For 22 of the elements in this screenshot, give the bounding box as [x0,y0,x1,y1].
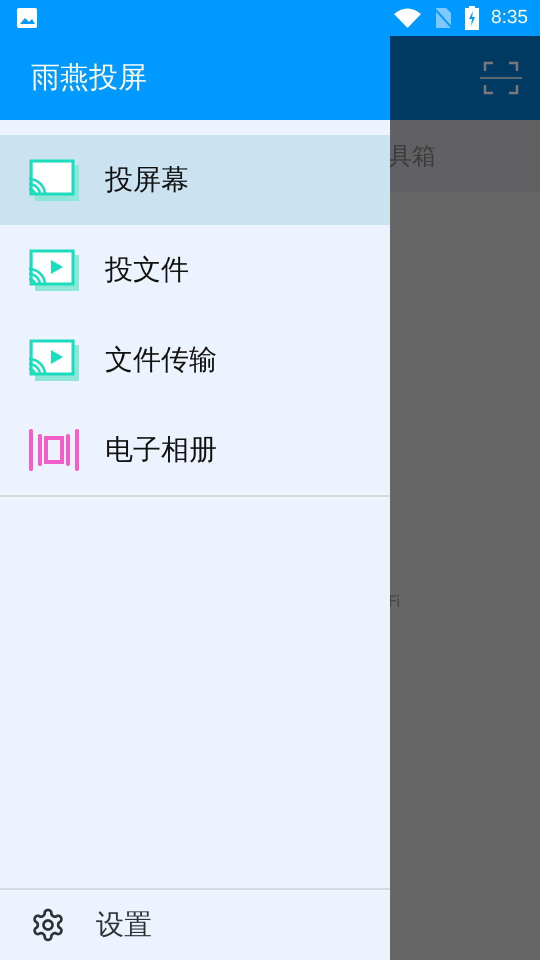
battery-charging-icon [465,6,480,30]
menu-item-label: 文件传输 [105,342,217,378]
scan-icon[interactable] [480,61,522,95]
no-sim-icon [433,7,454,29]
settings-icon [30,907,66,943]
app-title: 雨燕投屏 [31,59,147,96]
settings-item[interactable]: 设置 [0,888,390,960]
menu-item-label: 投文件 [105,252,189,288]
wifi-icon [394,8,422,28]
cast-play-icon [29,339,79,381]
status-time: 8:35 [491,7,528,29]
menu-item[interactable]: 投文件 [0,225,390,315]
cast-play-icon [29,249,79,291]
album-icon [29,429,79,471]
menu-item-label: 投屏幕 [105,162,189,198]
image-icon [16,7,38,29]
menu-item[interactable]: 电子相册 [0,405,390,495]
settings-label: 设置 [96,907,152,943]
cast-icon [29,159,79,201]
menu-item-label: 电子相册 [105,432,217,468]
menu-item[interactable]: 投屏幕 [0,135,390,225]
menu-item[interactable]: 文件传输 [0,315,390,405]
